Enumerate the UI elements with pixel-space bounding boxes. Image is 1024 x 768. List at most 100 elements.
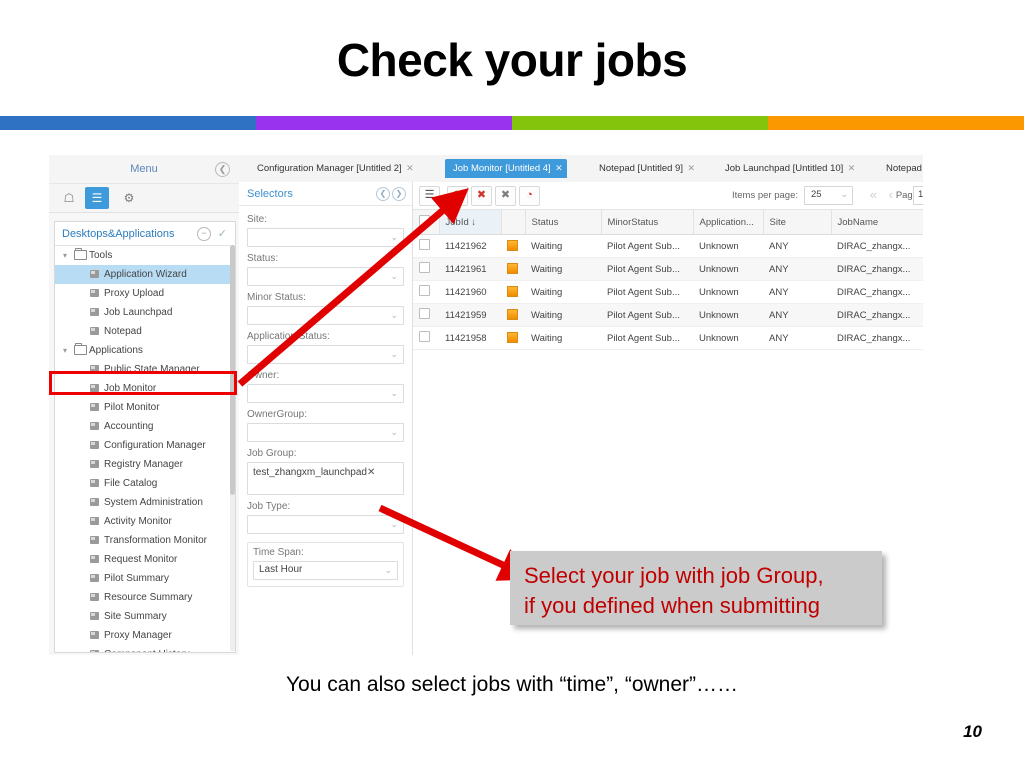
slide-page-number: 10 (963, 722, 982, 741)
minus-circle-icon[interactable]: − (197, 227, 211, 241)
close-icon[interactable]: ✕ (687, 159, 695, 178)
delete-icon[interactable]: ✖ (471, 186, 492, 206)
row-checkbox[interactable] (419, 285, 430, 296)
tree-item-configuration-manager[interactable]: Configuration Manager (55, 436, 235, 455)
tree-item-request-monitor[interactable]: Request Monitor (55, 550, 235, 569)
column-header-application[interactable]: Application... (693, 210, 764, 235)
tree-item-applications[interactable]: ▾ Applications (55, 341, 235, 360)
cell-site: ANY (763, 257, 831, 281)
cell-status: Waiting (525, 303, 601, 327)
tab-job-monitor-untitled-4-[interactable]: Job Monitor [Untitled 4] ✕ (445, 159, 567, 178)
tree-item-transformation-monitor[interactable]: Transformation Monitor (55, 531, 235, 550)
menu-icon[interactable]: ☰ (85, 187, 109, 209)
grid-toolbar: ☰ ⟳ ✖ ✖ ◔ Items per page: 25 ⌄ « ‹ Page … (413, 182, 923, 210)
tab-notepad-untitled-11-[interactable]: Notepad [Untitled 11]✕ (878, 159, 923, 178)
tree-item-accounting[interactable]: Accounting (55, 417, 235, 436)
page-input[interactable]: 1 (913, 186, 923, 205)
tree-item-activity-monitor[interactable]: Activity Monitor (55, 512, 235, 531)
row-checkbox-cell[interactable] (413, 303, 439, 327)
row-checkbox[interactable] (419, 262, 430, 273)
field-input-applicationstatus[interactable]: ⌄ (247, 345, 404, 364)
tree-item-proxy-manager[interactable]: Proxy Manager (55, 626, 235, 645)
tree-item-site-summary[interactable]: Site Summary (55, 607, 235, 626)
application-icon (90, 422, 99, 430)
close-icon[interactable]: ✕ (406, 159, 414, 178)
row-checkbox-cell[interactable] (413, 280, 439, 304)
column-header-blank0[interactable] (413, 210, 440, 235)
tab-label: Job Monitor [Untitled 4] (453, 163, 551, 174)
tree-item-file-catalog[interactable]: File Catalog (55, 474, 235, 493)
items-per-page-select[interactable]: 25 ⌄ (804, 186, 853, 205)
chevron-left-icon[interactable]: ❮ (215, 162, 230, 177)
tree-item-pilot-summary[interactable]: Pilot Summary (55, 569, 235, 588)
tree-item-registry-manager[interactable]: Registry Manager (55, 455, 235, 474)
table-row[interactable]: 11421959 Waiting Pilot Agent Sub... Unknown… (413, 303, 923, 327)
tree-scrollbar[interactable] (230, 245, 235, 651)
folder-icon (74, 248, 87, 260)
time-span-select[interactable]: Last Hour ⌄ (253, 561, 398, 580)
tab-notepad-untitled-9-[interactable]: Notepad [Untitled 9] ✕ (591, 159, 699, 178)
column-header-jobid[interactable]: JobId ↓ (439, 210, 502, 235)
tree-item-system-administration[interactable]: System Administration (55, 493, 235, 512)
field-input-minorstatus[interactable]: ⌄ (247, 306, 404, 325)
chevron-left-icon[interactable]: ‹ (889, 187, 893, 202)
job-group-tag-field[interactable]: test_zhangxm_launchpad✕ (247, 462, 404, 495)
pie-chart-icon[interactable]: ◔ (519, 186, 540, 206)
table-row[interactable]: 11421962 Waiting Pilot Agent Sub... Unknown… (413, 234, 923, 258)
table-row[interactable]: 11421961 Waiting Pilot Agent Sub... Unknown… (413, 257, 923, 281)
cell-jobname: DIRAC_zhangx... (831, 234, 923, 258)
gear-icon[interactable]: ⚙ (117, 187, 141, 209)
table-row[interactable]: 11421958 Waiting Pilot Agent Sub... Unknown… (413, 326, 923, 350)
field-input-site[interactable]: ⌄ (247, 228, 404, 247)
select-all-checkbox[interactable] (419, 215, 430, 226)
tree-item-pilot-monitor[interactable]: Pilot Monitor (55, 398, 235, 417)
chevron-right-icon[interactable]: ❯ (392, 187, 406, 201)
check-icon[interactable]: ✓ (218, 227, 227, 240)
field-label-applicationstatus: Application Status: (247, 331, 330, 342)
column-header-site[interactable]: Site (763, 210, 832, 235)
home-icon[interactable]: ☖ (57, 187, 81, 209)
cell-jobid: 11421958 (439, 326, 501, 350)
refresh-icon[interactable]: ⟳ (447, 186, 468, 206)
tree-item-proxy-upload[interactable]: Proxy Upload (55, 284, 235, 303)
tree-item-notepad[interactable]: Notepad (55, 322, 235, 341)
field-label-jobgroup: Job Group: (247, 448, 297, 459)
row-checkbox[interactable] (419, 308, 430, 319)
field-input-ownergroup[interactable]: ⌄ (247, 423, 404, 442)
kill-icon[interactable]: ✖ (495, 186, 516, 206)
selectors-title: Selectors (247, 188, 293, 200)
tree-item-resource-summary[interactable]: Resource Summary (55, 588, 235, 607)
column-header-minorstatus[interactable]: MinorStatus (601, 210, 694, 235)
row-checkbox-cell[interactable] (413, 257, 439, 281)
double-chevron-left-icon[interactable]: « (870, 187, 877, 202)
row-checkbox-cell[interactable] (413, 234, 439, 258)
close-icon[interactable]: ✕ (848, 159, 856, 178)
tree-item-component-history[interactable]: Component History (55, 645, 235, 652)
tree-item-application-wizard[interactable]: Application Wizard (55, 265, 235, 284)
row-checkbox[interactable] (419, 239, 430, 250)
column-header-jobname[interactable]: JobName (831, 210, 923, 235)
remove-tag-icon[interactable]: ✕ (367, 467, 375, 478)
tree-item-tools[interactable]: ▾ Tools (55, 246, 235, 265)
field-input-jobtype[interactable]: ⌄ (247, 515, 404, 534)
time-span-label: Time Span: (253, 547, 304, 558)
list-icon[interactable]: ☰ (419, 186, 440, 206)
row-checkbox-cell[interactable] (413, 326, 439, 350)
tab-job-launchpad-untitled-10-[interactable]: Job Launchpad [Untitled 10] ✕ (717, 159, 859, 178)
tree-item-label: Job Launchpad (104, 307, 173, 318)
column-header-blank2[interactable] (501, 210, 526, 235)
chevron-left-icon[interactable]: ❮ (376, 187, 390, 201)
application-icon (90, 308, 99, 316)
status-color-box (507, 285, 518, 297)
field-input-status[interactable]: ⌄ (247, 267, 404, 286)
field-input-owner[interactable]: ⌄ (247, 384, 404, 403)
row-checkbox[interactable] (419, 331, 430, 342)
column-header-status[interactable]: Status (525, 210, 602, 235)
table-row[interactable]: 11421960 Waiting Pilot Agent Sub... Unknown… (413, 280, 923, 304)
close-icon[interactable]: ✕ (555, 159, 563, 178)
field-label-owner: Owner: (247, 370, 280, 381)
tree-item-job-launchpad[interactable]: Job Launchpad (55, 303, 235, 322)
selectors-panel: Selectors ❮ ❯ Site: ⌄ Status: ⌄ Minor Status… (239, 182, 413, 655)
tab-configuration-manager-untitled-2-[interactable]: Configuration Manager [Untitled 2] ✕ (249, 159, 418, 178)
cell-jobname: DIRAC_zhangx... (831, 326, 923, 350)
